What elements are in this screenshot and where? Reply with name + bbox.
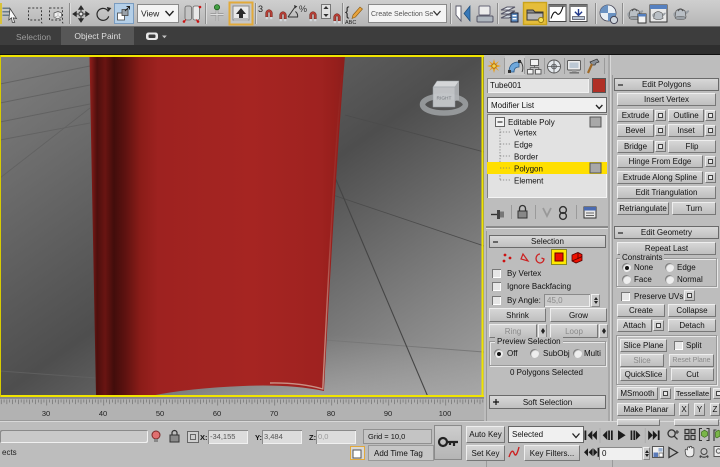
svg-text:View: View (141, 9, 160, 19)
svg-text:%: % (299, 4, 307, 14)
svg-text:50: 50 (156, 409, 164, 418)
svg-text:100: 100 (439, 409, 452, 418)
svg-text:Edge: Edge (514, 141, 533, 150)
svg-text:Vertex: Vertex (514, 129, 537, 138)
svg-text:Editable Poly: Editable Poly (508, 118, 555, 127)
svg-text:ABC: ABC (345, 20, 356, 26)
svg-text:90: 90 (384, 409, 392, 418)
svg-text:{: { (345, 4, 350, 19)
svg-text:3: 3 (258, 4, 263, 14)
svg-text:Polygon: Polygon (514, 165, 543, 174)
svg-text:40: 40 (99, 409, 107, 418)
svg-text:Border: Border (514, 153, 538, 162)
svg-text:Create Selection Se: Create Selection Se (371, 11, 433, 18)
svg-text:80: 80 (327, 409, 335, 418)
svg-text:70: 70 (270, 409, 278, 418)
svg-text:30: 30 (42, 409, 50, 418)
svg-text:RIGHT: RIGHT (437, 96, 452, 102)
svg-text:Element: Element (514, 177, 544, 186)
svg-text:60: 60 (213, 409, 221, 418)
